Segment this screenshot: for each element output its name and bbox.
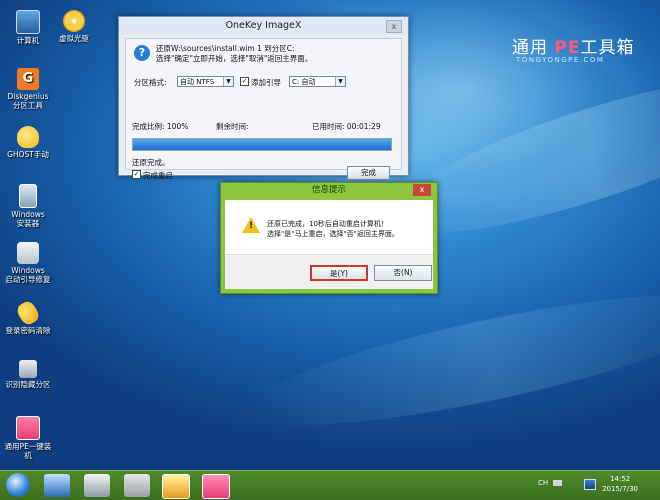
select-value: C: 自动 bbox=[292, 78, 316, 86]
clock-date: 2015/7/30 bbox=[602, 485, 638, 493]
restart-label: 完成重启 bbox=[143, 171, 173, 180]
desktop-icon-label: 机 bbox=[24, 451, 32, 460]
drive-icon bbox=[19, 360, 37, 378]
desktop-icon-ghost[interactable]: GHOST手动 bbox=[0, 126, 56, 159]
onekey-imagex-window: OneKey ImageX x ? 还原W:\sources\install.w… bbox=[118, 16, 409, 180]
desktop-icon-label: 分区工具 bbox=[13, 101, 43, 110]
boot-drive-select[interactable]: C: 自动 ▼ bbox=[289, 76, 346, 87]
taskbar: CH 14:52 2015/7/30 bbox=[0, 470, 660, 500]
desktop-icon-password-clear[interactable]: 登录密码清除 bbox=[0, 298, 56, 335]
desktop-icon-label: 通用PE一键装 bbox=[4, 442, 52, 451]
onekey-install-icon bbox=[16, 416, 40, 440]
dialog-titlebar[interactable]: 信息提示 x bbox=[221, 183, 437, 198]
desktop-icon-onekey-install[interactable]: 通用PE一键装 机 bbox=[0, 416, 56, 460]
status-text: 还原完成。 bbox=[132, 158, 170, 167]
dialog-title: 信息提示 bbox=[311, 185, 346, 195]
window-title: OneKey ImageX bbox=[225, 20, 302, 31]
window-titlebar[interactable]: OneKey ImageX x bbox=[119, 17, 408, 35]
elapsed-label: 已用时间: 00:01:29 bbox=[312, 122, 381, 131]
desktop-icon-hidden-partition[interactable]: 识别隐藏分区 bbox=[0, 360, 56, 389]
window-body: ? 还原W:\sources\install.wim 1 到分区C: 选择"确定… bbox=[125, 38, 402, 180]
taskbar-imagex-icon[interactable] bbox=[162, 474, 190, 499]
desktop-icon-boot-repair[interactable]: Windows 启动引导修复 bbox=[0, 242, 56, 284]
select-value: 自动 NTFS bbox=[180, 78, 215, 86]
taskbar-tools-icon[interactable] bbox=[84, 474, 110, 497]
close-button[interactable]: x bbox=[413, 184, 431, 196]
brand-text: 工具箱 bbox=[580, 38, 635, 58]
desktop-icon-label: Windows bbox=[11, 210, 45, 219]
language-indicator[interactable]: CH bbox=[538, 479, 548, 487]
finish-button[interactable]: 完成 bbox=[347, 166, 390, 180]
restart-checkbox[interactable]: ✓ bbox=[132, 170, 141, 179]
clock-time: 14:52 bbox=[609, 475, 631, 483]
message-line: 还原W:\sources\install.wim 1 到分区C: bbox=[156, 44, 295, 53]
progress-bar bbox=[132, 138, 392, 151]
brand-text: 通用 bbox=[512, 38, 555, 58]
dialog-body: ! 还原已完成，10秒后自动重启计算机！ 选择"是"马上重启，选择"否"返回主界… bbox=[225, 200, 433, 289]
message-line: 还原已完成，10秒后自动重启计算机！ bbox=[267, 220, 388, 228]
no-button[interactable]: 否(N) bbox=[374, 265, 432, 281]
disc-icon bbox=[63, 10, 85, 32]
yes-button[interactable]: 是(Y) bbox=[310, 265, 368, 281]
start-button[interactable] bbox=[6, 473, 30, 497]
desktop-icon-virtual-drive[interactable]: 虚拟光驱 bbox=[46, 10, 102, 43]
chevron-down-icon: ▼ bbox=[223, 77, 233, 86]
remaining-label: 剩余时间: bbox=[216, 122, 249, 131]
progress-label: 完成比例: 100% bbox=[132, 122, 189, 131]
wallpaper-streak bbox=[237, 268, 660, 452]
desktop-icon-label: 虚拟光驱 bbox=[59, 34, 89, 43]
desktop-icon-label: 启动引导修复 bbox=[5, 275, 51, 284]
add-boot-label: 添加引导 bbox=[251, 78, 281, 87]
installer-icon bbox=[19, 184, 37, 208]
brand-url: TONGYONGPE.COM bbox=[516, 56, 605, 64]
ghost-icon bbox=[17, 126, 39, 148]
taskbar-computer-icon[interactable] bbox=[44, 474, 70, 497]
dialog-footer: 是(Y) 否(N) bbox=[225, 254, 433, 289]
dialog-message: 还原已完成，10秒后自动重启计算机！ 选择"是"马上重启，选择"否"返回主界面。 bbox=[267, 219, 399, 239]
message-line: 选择"是"马上重启，选择"否"返回主界面。 bbox=[267, 230, 399, 238]
network-icon[interactable] bbox=[584, 479, 596, 490]
brand-logo: 通用 PE工具箱 bbox=[512, 33, 634, 58]
partition-format-select[interactable]: 自动 NTFS ▼ bbox=[177, 76, 234, 87]
message-line: 选择"确定"立即开始，选择"取消"返回主界面。 bbox=[156, 54, 313, 63]
brand-pe: PE bbox=[554, 38, 581, 58]
desktop-icon-label: 识别隐藏分区 bbox=[5, 380, 51, 389]
desktop-icon-windows-installer[interactable]: Windows 安装器 bbox=[0, 184, 56, 228]
desktop-icon-label: Windows bbox=[11, 266, 45, 275]
question-icon: ? bbox=[134, 45, 150, 61]
close-button[interactable]: x bbox=[386, 20, 402, 33]
desktop-icon-label: 登录密码清除 bbox=[5, 326, 51, 335]
taskbar-onekey-icon[interactable] bbox=[202, 474, 230, 499]
desktop-icon-label: Diskgenius bbox=[7, 92, 49, 101]
repair-icon bbox=[17, 242, 39, 264]
add-boot-checkbox[interactable]: ✓ bbox=[240, 77, 249, 86]
partition-format-label: 分区格式: bbox=[134, 78, 167, 87]
taskbar-drive-icon[interactable] bbox=[124, 474, 150, 497]
chevron-down-icon: ▼ bbox=[335, 77, 345, 86]
restore-message: 还原W:\sources\install.wim 1 到分区C: 选择"确定"立… bbox=[156, 44, 312, 64]
clock[interactable]: 14:52 2015/7/30 bbox=[602, 474, 638, 494]
key-icon bbox=[14, 298, 42, 328]
computer-icon bbox=[16, 10, 40, 34]
keyboard-icon[interactable] bbox=[553, 480, 562, 486]
info-dialog: 信息提示 x ! 还原已完成，10秒后自动重启计算机！ 选择"是"马上重启，选择… bbox=[220, 182, 438, 294]
desktop-icon-diskgenius[interactable]: G Diskgenius 分区工具 bbox=[0, 68, 56, 110]
warning-icon: ! bbox=[242, 217, 260, 233]
diskgenius-icon: G bbox=[17, 68, 39, 90]
desktop-icon-label: GHOST手动 bbox=[7, 150, 49, 159]
desktop-icon-label: 安装器 bbox=[16, 219, 40, 228]
progress-fill bbox=[133, 139, 391, 150]
